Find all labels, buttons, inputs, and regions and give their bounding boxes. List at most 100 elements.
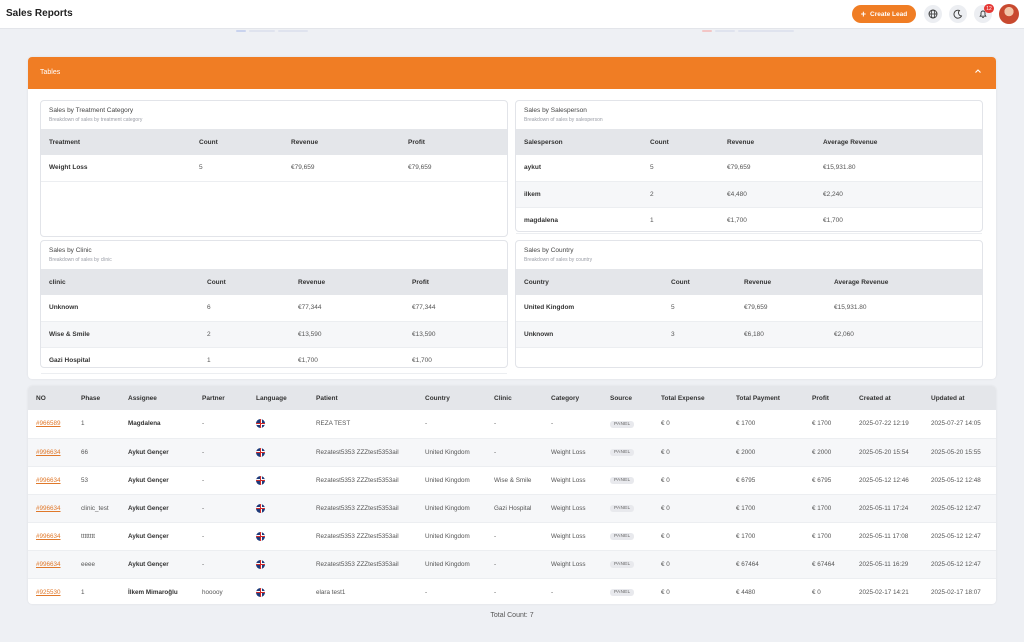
- table-cell: €6,180: [736, 321, 826, 348]
- leads-table: NO Phase Assignee Partner Language Patient Cou…: [28, 386, 996, 604]
- payment-cell: € 1700: [728, 494, 804, 523]
- column-header: Revenue: [290, 269, 404, 295]
- table-cell: 5: [191, 155, 283, 182]
- clinic-cell: -: [486, 438, 543, 467]
- table-header-row: NO Phase Assignee Partner Language Patient Cou…: [28, 386, 996, 410]
- column-header: Salesperson: [516, 129, 642, 155]
- lead-id-link[interactable]: #925530: [36, 589, 61, 596]
- table-row: #996634 tttttttt Aykut Gençer - Rezatest5353…: [28, 522, 996, 551]
- table-cell: Unknown: [516, 321, 663, 348]
- table-cell: 1: [199, 347, 290, 374]
- column-header: Average Revenue: [826, 269, 982, 295]
- country-cell: United Kingdom: [417, 522, 486, 551]
- country-cell: United Kingdom: [417, 466, 486, 495]
- clinic-panel: Sales by Clinic Breakdown of sales by cl…: [40, 240, 508, 374]
- expense-cell: € 0: [653, 410, 728, 439]
- column-header: Profit: [404, 269, 507, 295]
- updated-cell: 2025-05-12 12:47: [923, 494, 996, 523]
- column-header: Clinic: [486, 386, 543, 410]
- created-cell: 2025-05-11 17:24: [851, 494, 923, 523]
- table-cell: 6: [199, 295, 290, 322]
- profit-cell: € 1700: [804, 494, 851, 523]
- phase-cell: 66: [73, 438, 120, 467]
- table-row: Unknown 6 €77,344 €77,344: [41, 295, 507, 322]
- country-cell: United Kingdom: [417, 438, 486, 467]
- updated-cell: 2025-05-12 12:48: [923, 466, 996, 495]
- column-header: clinic: [41, 269, 199, 295]
- expense-cell: € 0: [653, 578, 728, 604]
- table-cell: 2: [642, 181, 719, 208]
- updated-cell: 2025-05-12 12:47: [923, 522, 996, 551]
- lead-id-link[interactable]: #996634: [36, 505, 61, 512]
- chevron-up-icon[interactable]: [974, 67, 982, 77]
- chart-legend-remnant-right: [702, 29, 794, 32]
- column-header: Average Revenue: [815, 129, 982, 155]
- category-cell: -: [543, 410, 602, 439]
- uk-flag-icon: [256, 559, 265, 569]
- leads-table-container: NO Phase Assignee Partner Language Patient Cou…: [28, 386, 996, 604]
- language-cell: [248, 494, 308, 523]
- tables-card-header[interactable]: Tables: [28, 57, 996, 89]
- treatment-panel: Sales by Treatment Category Breakdown of…: [40, 100, 508, 237]
- country-cell: United Kingdom: [417, 550, 486, 579]
- patient-cell: Rezatest5353 ZZZtest5353ail: [308, 438, 417, 467]
- column-header: Country: [516, 269, 663, 295]
- table-row: #996634 53 Aykut Gençer - Rezatest5353 ZZZte…: [28, 466, 996, 495]
- source-badge: PANEL: [610, 420, 635, 428]
- source-badge: PANEL: [610, 533, 635, 540]
- language-cell: [248, 410, 308, 439]
- lead-id-link[interactable]: #996634: [36, 477, 61, 484]
- table-header-row: clinic Count Revenue Profit: [41, 269, 507, 295]
- uk-flag-icon: [256, 503, 265, 513]
- panel-title: Sales by Salesperson: [524, 107, 587, 114]
- lead-id-link[interactable]: #966589: [36, 420, 61, 427]
- table-row: Unknown 3 €6,180 €2,060: [516, 321, 982, 348]
- table-cell: Weight Loss: [41, 155, 191, 182]
- globe-icon[interactable]: [924, 5, 942, 23]
- created-cell: 2025-05-12 12:46: [851, 466, 923, 495]
- tables-card: Tables Sales by Treatment Category Break…: [28, 57, 996, 379]
- column-header: Updated at: [923, 386, 996, 410]
- profit-cell: € 6795: [804, 466, 851, 495]
- page-title: Sales Reports: [6, 8, 73, 19]
- table-row: Wise & Smile 2 €13,590 €13,590: [41, 321, 507, 348]
- patient-cell: Rezatest5353 ZZZtest5353ail: [308, 494, 417, 523]
- column-header: Treatment: [41, 129, 191, 155]
- table-cell: €13,590: [404, 321, 507, 348]
- phase-cell: clinic_test: [73, 494, 120, 523]
- lead-id-link[interactable]: #996634: [36, 561, 61, 568]
- lead-id-link[interactable]: #996634: [36, 533, 61, 540]
- table-row: aykut 5 €79,659 €15,931.80: [516, 155, 982, 182]
- clinic-cell: -: [486, 578, 543, 604]
- table-cell: €79,659: [400, 155, 507, 182]
- chart-legend-remnant-left: [236, 29, 308, 32]
- table-cell: magdalena: [516, 207, 642, 234]
- lead-id-link[interactable]: #996634: [36, 449, 61, 456]
- column-header: Count: [663, 269, 736, 295]
- create-lead-button[interactable]: + Create Lead: [852, 5, 916, 23]
- lead-id-cell: #925530: [28, 578, 73, 604]
- partner-cell: -: [194, 438, 248, 467]
- category-cell: Weight Loss: [543, 522, 602, 551]
- table-cell: €77,344: [290, 295, 404, 322]
- country-table: Country Count Revenue Average Revenue Un…: [516, 269, 982, 348]
- notification-badge: 12: [984, 4, 994, 13]
- table-cell: €79,659: [736, 295, 826, 322]
- language-cell: [248, 578, 308, 604]
- expense-cell: € 0: [653, 466, 728, 495]
- panel-subtitle: Breakdown of sales by salesperson: [524, 117, 603, 123]
- moon-icon[interactable]: [949, 5, 967, 23]
- patient-cell: elara test1: [308, 578, 417, 604]
- category-cell: -: [543, 578, 602, 604]
- table-cell: ilkem: [516, 181, 642, 208]
- column-header: NO: [28, 386, 73, 410]
- avatar[interactable]: [999, 4, 1019, 24]
- salesperson-table: Salesperson Count Revenue Average Revenu…: [516, 129, 982, 234]
- table-row: #996634 66 Aykut Gençer - Rezatest5353 ZZZte…: [28, 438, 996, 467]
- category-cell: Weight Loss: [543, 494, 602, 523]
- table-cell: €15,931.80: [826, 295, 982, 322]
- expense-cell: € 0: [653, 550, 728, 579]
- column-header: Count: [199, 269, 290, 295]
- lead-id-cell: #996634: [28, 550, 73, 579]
- table-cell: 5: [663, 295, 736, 322]
